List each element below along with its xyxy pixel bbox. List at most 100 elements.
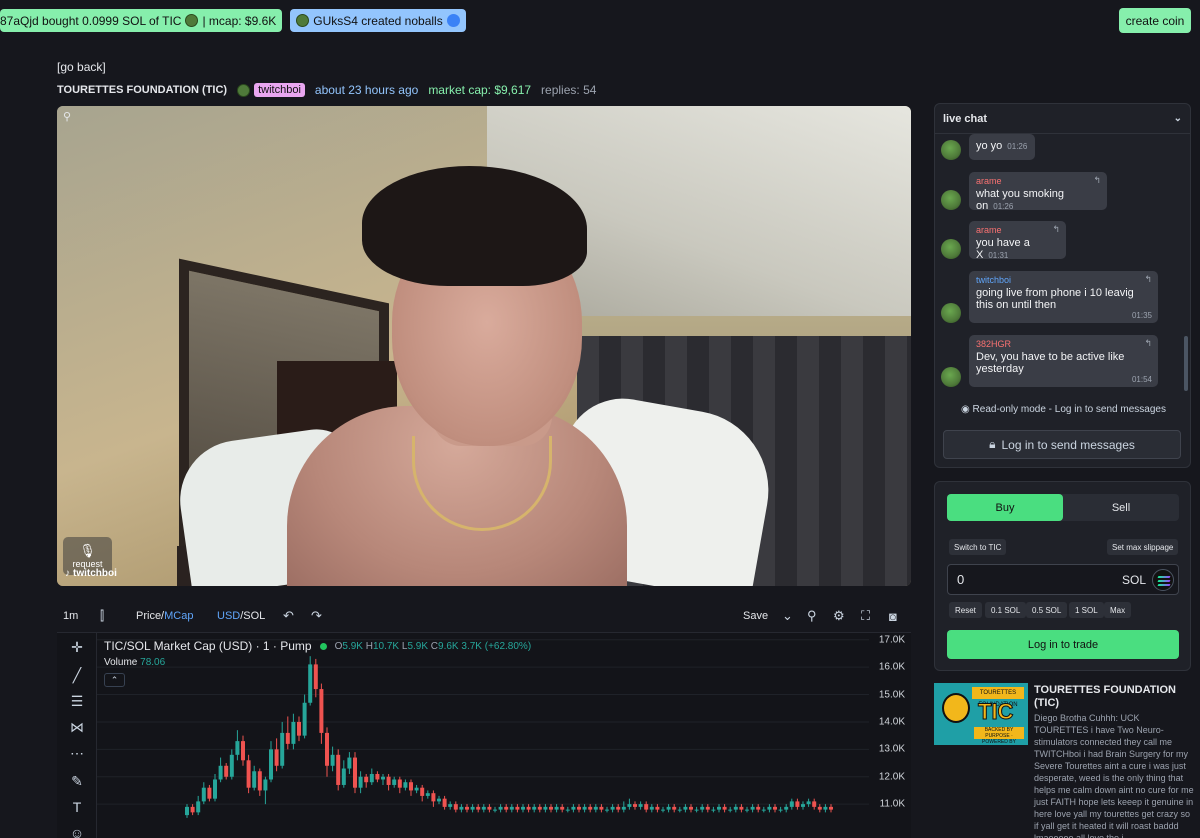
candle-body — [274, 749, 279, 766]
streamer-tag: ♪ twitchboi — [65, 568, 117, 579]
quick-amount-0-1-sol[interactable]: 0.1 SOL — [985, 602, 1027, 618]
candle-body — [521, 806, 525, 810]
candle-body — [733, 806, 738, 810]
message-bubble: 382HGR Dev, you have to be active like y… — [969, 335, 1158, 387]
crosshair-icon[interactable]: ✛ — [67, 639, 87, 656]
chat-scrollbar[interactable] — [1184, 336, 1188, 391]
eye-icon: ◉ — [961, 404, 970, 415]
candle-body — [761, 809, 766, 811]
candlestick-plot — [97, 639, 869, 818]
chat-message: 382HGR Dev, you have to be active like y… — [941, 335, 1158, 387]
candle-body — [689, 806, 693, 810]
candle-body — [577, 806, 581, 810]
coin-image: TOURETTES FOUNDATION TIC BACKED BY PURPO… — [934, 683, 1028, 745]
candle-body — [257, 771, 262, 791]
candle-body — [470, 806, 475, 810]
candle-body — [369, 774, 374, 783]
quick-search-icon[interactable]: ⚲ — [807, 608, 817, 624]
candle-type-icon[interactable]: ⫿ — [100, 608, 104, 624]
fib-retracement-icon[interactable]: ☰ — [67, 693, 87, 710]
candle-body — [599, 806, 604, 810]
camera-icon[interactable]: ◙ — [889, 609, 897, 624]
reset-button[interactable]: Reset — [949, 602, 982, 618]
candle-body — [425, 793, 430, 796]
reply-icon[interactable]: ↰ — [1052, 224, 1060, 235]
candle-body — [297, 721, 301, 736]
candle-body — [666, 806, 671, 810]
set-max-slippage-button[interactable]: Set max slippage — [1107, 539, 1179, 555]
pattern-icon[interactable]: ⋈ — [67, 719, 87, 736]
settings-gear-icon[interactable]: ⚙ — [833, 608, 845, 624]
trade-ticker-item[interactable]: 87aQjd bought 0.0999 SOL of TIC | mcap: … — [0, 9, 283, 32]
user-avatar — [941, 140, 961, 160]
lock-icon: 🔒︎ — [989, 437, 996, 451]
amount-input[interactable]: 0 SOL — [947, 564, 1179, 595]
collapse-legend-button[interactable]: ⌃ — [104, 673, 125, 687]
text-tool-icon[interactable]: T — [67, 799, 87, 815]
brush-icon[interactable]: ✎ — [67, 773, 87, 790]
undo-icon[interactable]: ↶ — [283, 608, 294, 624]
y-tick-label: 16.0K — [878, 661, 905, 673]
go-back-link[interactable]: [go back] — [57, 60, 106, 74]
message-bubble: yo yo 01:26 — [969, 134, 1035, 160]
projection-icon[interactable]: ⋯ — [67, 745, 87, 762]
emoji-icon[interactable]: ☺ — [67, 825, 87, 838]
reply-icon[interactable]: ↰ — [1144, 274, 1152, 285]
y-tick-label: 13.0K — [878, 743, 905, 755]
user-avatar-icon — [296, 14, 310, 27]
interval-selector[interactable]: 1m — [63, 610, 78, 622]
quick-amount-0-5-sol[interactable]: 0.5 SOL — [1026, 602, 1068, 618]
trend-line-icon[interactable]: ╱ — [67, 667, 87, 684]
reply-icon[interactable]: ↰ — [1093, 175, 1101, 186]
usd-sol-toggle[interactable]: USD/SOL — [217, 610, 265, 622]
redo-icon[interactable]: ↷ — [311, 608, 322, 624]
reply-icon[interactable]: ↰ — [1144, 338, 1152, 349]
message-bubble: arame you have a X 01:31 ↰ — [969, 221, 1066, 261]
coin-header: TOURETTES FOUNDATION (TIC) twitchboi abo… — [57, 83, 596, 97]
creator-avatar — [237, 83, 251, 97]
chevron-down-icon[interactable]: ⌄ — [1174, 113, 1182, 124]
candle-body — [795, 801, 800, 807]
creator-link[interactable]: twitchboi — [237, 83, 305, 97]
replies-count: replies: 54 — [541, 83, 597, 97]
candle-body — [493, 809, 497, 811]
chart-toolbar: 1m ⫿ Price/MCap USD/SOL ↶ ↷ Save ⌄ ⚲ ⚙ ⛶… — [57, 603, 911, 629]
chart-title: TIC/SOL Market Cap (USD) · 1 · Pump O5.9… — [104, 639, 531, 653]
price-mcap-toggle[interactable]: Price/MCap — [136, 610, 193, 622]
chat-header[interactable]: live chat ⌄ — [935, 104, 1190, 134]
candle-body — [381, 776, 385, 780]
coin-icon — [446, 14, 460, 27]
tab-sell[interactable]: Sell — [1063, 494, 1179, 521]
candle-body — [291, 721, 296, 744]
candle-body — [627, 804, 632, 807]
candle-body — [280, 732, 285, 766]
chat-message: arame what you smoking on 01:26 ↰ — [941, 172, 1107, 212]
create-coin-button[interactable]: create coin — [1119, 8, 1191, 33]
y-tick-label: 11.0K — [879, 798, 905, 810]
pin-icon[interactable]: ⚲ — [63, 110, 71, 123]
chevron-down-icon[interactable]: ⌄ — [782, 608, 793, 624]
message-bubble: arame what you smoking on 01:26 ↰ — [969, 172, 1107, 212]
save-button[interactable]: Save — [743, 610, 768, 622]
candle-body — [616, 806, 621, 810]
candle-body — [588, 806, 593, 810]
candle-body — [750, 806, 755, 810]
price-chart[interactable]: ✛ ╱ ☰ ⋈ ⋯ ✎ T ☺ TIC/SOL Market Cap (USD)… — [57, 632, 911, 838]
quick-amount-max[interactable]: Max — [1104, 602, 1132, 618]
candle-body — [789, 801, 794, 807]
candle-body — [246, 760, 251, 788]
live-chat-panel: live chat ⌄ yo yo 01:26 arame what you sm… — [934, 103, 1191, 468]
quick-amount-1-sol[interactable]: 1 SOL — [1069, 602, 1104, 618]
candle-body — [554, 806, 559, 810]
switch-to-tic-button[interactable]: Switch to TIC — [949, 539, 1007, 555]
candle-body — [549, 806, 553, 810]
fullscreen-icon[interactable]: ⛶ — [861, 608, 870, 624]
currency-label: SOL — [1121, 572, 1146, 587]
livestream-video[interactable]: ⚲ 🎙 request ♪ twitchboi — [57, 106, 911, 586]
tab-buy[interactable]: Buy — [947, 494, 1063, 521]
login-to-send-button[interactable]: 🔒︎ Log in to send messages — [943, 430, 1181, 459]
user-avatar — [941, 239, 961, 259]
created-ticker-item[interactable]: GUksS4 created noballs — [290, 9, 466, 32]
login-to-trade-button[interactable]: Log in to trade — [947, 630, 1179, 659]
y-tick-label: 15.0K — [878, 689, 905, 701]
